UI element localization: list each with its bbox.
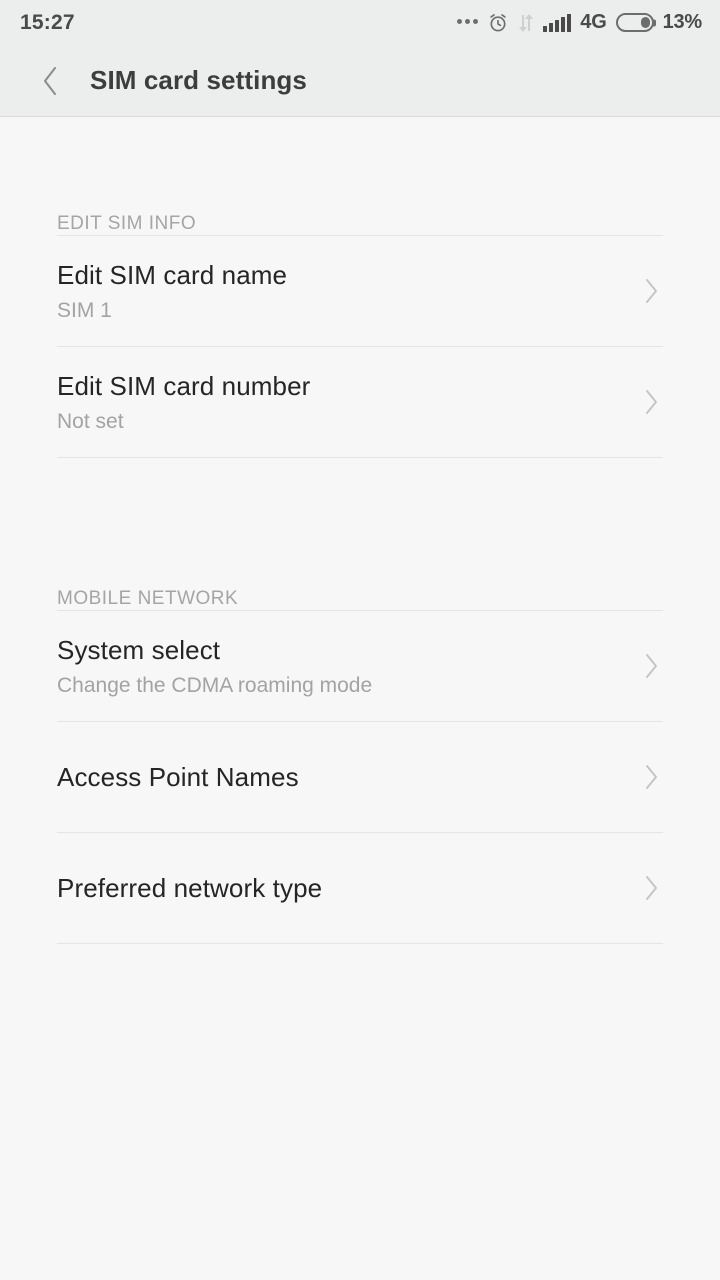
list-item-system-select[interactable]: System select Change the CDMA roaming mo… xyxy=(0,611,720,721)
chevron-left-icon xyxy=(43,66,57,95)
more-ellipsis-icon xyxy=(457,18,479,27)
status-bar: 15:27 4G 13% xyxy=(0,0,720,45)
list-item-title: Access Point Names xyxy=(57,761,299,792)
list-item-title: System select xyxy=(57,634,221,665)
battery-icon xyxy=(615,13,654,32)
list-item-title: Edit SIM card name xyxy=(57,259,288,290)
list-item-title: Edit SIM card number xyxy=(57,370,311,401)
signal-bars-icon xyxy=(543,13,572,32)
list-item-access-point-names[interactable]: Access Point Names xyxy=(0,722,720,832)
section-header-edit-sim-info: EDIT SIM INFO xyxy=(57,213,197,234)
app-header: SIM card settings xyxy=(0,45,720,117)
list-item-preferred-network-type[interactable]: Preferred network type xyxy=(0,833,720,943)
network-type-label: 4G xyxy=(580,11,607,33)
chevron-right-icon xyxy=(641,384,663,420)
section-header-mobile-network: MOBILE NETWORK xyxy=(57,588,239,609)
page-title: SIM card settings xyxy=(90,65,307,95)
alarm-clock-icon xyxy=(487,12,509,34)
chevron-right-icon xyxy=(641,273,663,309)
list-item-edit-sim-card-name[interactable]: Edit SIM card name SIM 1 xyxy=(0,236,720,346)
list-item-subtitle: Change the CDMA roaming mode xyxy=(57,674,373,698)
list-item-edit-sim-card-number[interactable]: Edit SIM card number Not set xyxy=(0,347,720,457)
list-item-subtitle: Not set xyxy=(57,410,124,434)
chevron-right-icon xyxy=(641,870,663,906)
battery-percent-label: 13% xyxy=(662,11,703,33)
list-item-title: Preferred network type xyxy=(57,872,323,903)
status-bar-clock: 15:27 xyxy=(20,10,75,34)
data-transfer-icon xyxy=(518,13,534,33)
chevron-right-icon xyxy=(641,759,663,795)
divider xyxy=(57,943,663,944)
back-button[interactable] xyxy=(28,59,72,103)
status-bar-icons: 4G 13% xyxy=(457,11,702,34)
settings-list: EDIT SIM INFO Edit SIM card name SIM 1 E… xyxy=(0,117,720,944)
chevron-right-icon xyxy=(641,648,663,684)
list-item-subtitle: SIM 1 xyxy=(57,299,112,323)
